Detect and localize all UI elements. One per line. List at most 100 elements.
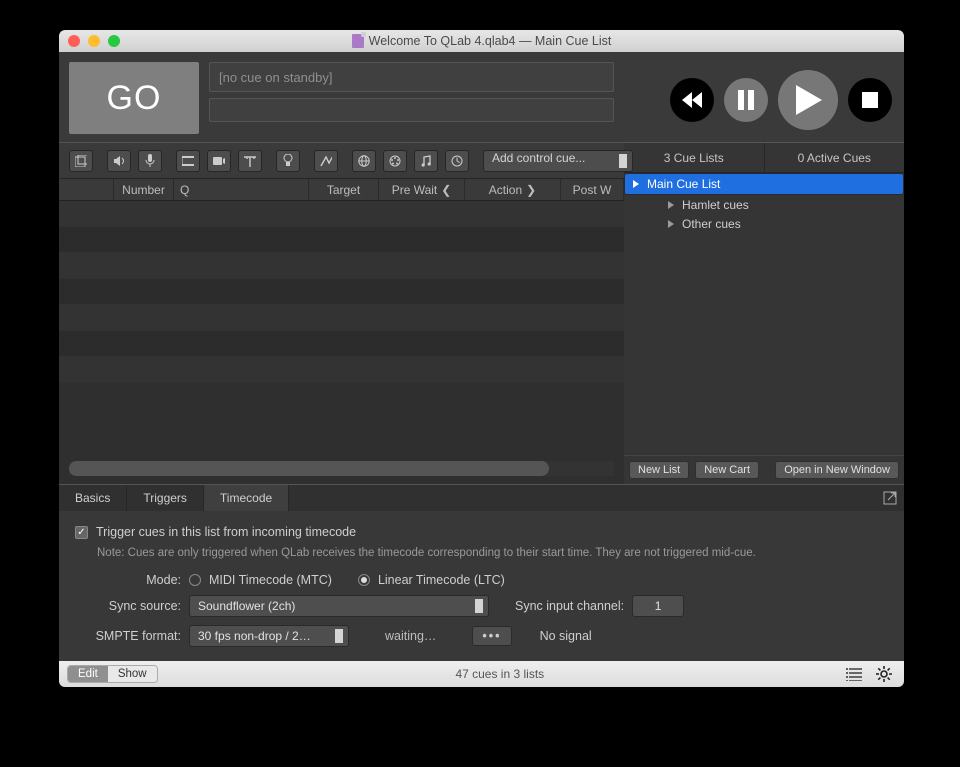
add-control-cue-select[interactable]: Add control cue... ▲▼ (483, 150, 633, 172)
trigger-from-timecode-checkbox[interactable]: ✓ (75, 526, 88, 539)
col-postwait[interactable]: Post W (561, 179, 624, 200)
cue-grid-row (59, 279, 624, 305)
cue-name-input[interactable] (209, 98, 614, 122)
cue-grid-row (59, 253, 624, 279)
open-in-new-window-button[interactable]: Open in New Window (775, 461, 899, 479)
gear-icon[interactable] (872, 666, 896, 682)
cue-grid-row (59, 227, 624, 253)
new-list-button[interactable]: New List (629, 461, 689, 479)
document-icon (352, 34, 364, 48)
minimize-window-button[interactable] (88, 35, 100, 47)
close-window-button[interactable] (68, 35, 80, 47)
chevron-right-icon: ❯ (526, 183, 536, 197)
col-q[interactable]: Q (174, 179, 309, 200)
sync-channel-label: Sync input channel: (515, 599, 624, 613)
cue-grid-headers: Number Q Target Pre Wait❮ Action❯ Post W (59, 179, 624, 201)
scrollbar-thumb[interactable] (69, 461, 549, 476)
waiting-status: waiting… (385, 629, 436, 643)
video-cue-button[interactable] (176, 150, 200, 172)
cue-lists-panel: 3 Cue Lists 0 Active Cues Main Cue List … (624, 142, 904, 484)
window-traffic-lights (59, 35, 120, 47)
no-signal-status: No signal (540, 629, 592, 643)
triangle-right-icon (668, 220, 674, 228)
list-view-icon[interactable] (842, 668, 866, 681)
midi-file-cue-button[interactable] (414, 150, 438, 172)
app-window: Welcome To QLab 4.qlab4 — Main Cue List … (59, 30, 904, 687)
fade-cue-button[interactable] (314, 150, 338, 172)
play-button[interactable] (778, 70, 838, 130)
rewind-button[interactable] (670, 78, 714, 122)
col-expand[interactable] (59, 179, 114, 200)
cue-list-item[interactable]: Main Cue List (624, 173, 904, 195)
new-cart-button[interactable]: New Cart (695, 461, 759, 479)
cue-lists-count: 3 Cue Lists (624, 143, 765, 172)
col-target[interactable]: Target (309, 179, 379, 200)
cue-grid-row (59, 305, 624, 331)
inspector-panel: Basics Triggers Timecode ✓ Trigger cues … (59, 484, 904, 661)
titlebar: Welcome To QLab 4.qlab4 — Main Cue List (59, 30, 904, 52)
edit-mode-button[interactable]: Edit (68, 666, 108, 682)
go-button[interactable]: GO (69, 62, 199, 134)
cue-grid-row (59, 201, 624, 227)
light-cue-button[interactable] (276, 150, 300, 172)
network-cue-button[interactable] (352, 150, 376, 172)
tab-triggers[interactable]: Triggers (127, 485, 204, 511)
timecode-menu-button[interactable]: ••• (472, 626, 511, 646)
mode-ltc-label: Linear Timecode (LTC) (378, 573, 505, 587)
cue-grid-row (59, 357, 624, 383)
pause-button[interactable] (724, 78, 768, 122)
transport-controls (624, 52, 904, 142)
cue-grid-row (59, 331, 624, 357)
tab-basics[interactable]: Basics (59, 485, 127, 511)
mode-mtc-radio[interactable] (189, 574, 201, 586)
group-cue-button[interactable] (69, 150, 93, 172)
col-number[interactable]: Number (114, 179, 174, 200)
timecode-cue-button[interactable] (445, 150, 469, 172)
cue-summary: 47 cues in 3 lists (164, 667, 836, 681)
cue-grid-panel: Add control cue... ▲▼ Number Q Target Pr… (59, 142, 624, 484)
sync-channel-input[interactable] (632, 595, 684, 617)
smpte-label: SMPTE format: (75, 629, 181, 643)
cue-list-item[interactable]: Hamlet cues (624, 195, 904, 214)
zoom-window-button[interactable] (108, 35, 120, 47)
camera-cue-button[interactable] (207, 150, 231, 172)
tab-timecode[interactable]: Timecode (204, 485, 289, 511)
mode-mtc-label: MIDI Timecode (MTC) (209, 573, 332, 587)
cue-list-label: Other cues (682, 217, 741, 231)
show-mode-button[interactable]: Show (108, 666, 157, 682)
edit-show-toggle[interactable]: Edit Show (67, 665, 158, 683)
smpte-format-select[interactable]: 30 fps non-drop / 2… ▲▼ (189, 625, 349, 647)
cue-lists: Main Cue List Hamlet cues Other cues (624, 173, 904, 455)
midi-cue-button[interactable] (383, 150, 407, 172)
popout-icon[interactable] (876, 485, 904, 511)
active-cues-count: 0 Active Cues (765, 143, 905, 172)
chevron-left-icon: ❮ (441, 183, 451, 197)
cue-list-item[interactable]: Other cues (624, 214, 904, 233)
text-cue-button[interactable] (238, 150, 262, 172)
cue-list-label: Hamlet cues (682, 198, 749, 212)
triangle-right-icon (633, 180, 639, 188)
col-prewait[interactable]: Pre Wait❮ (379, 179, 465, 200)
mid-section: Add control cue... ▲▼ Number Q Target Pr… (59, 142, 904, 484)
sync-source-label: Sync source: (75, 599, 181, 613)
mode-label: Mode: (75, 573, 181, 587)
col-action[interactable]: Action❯ (465, 179, 561, 200)
timecode-settings: ✓ Trigger cues in this list from incomin… (59, 511, 904, 661)
mic-cue-button[interactable] (138, 150, 162, 172)
trigger-from-timecode-label: Trigger cues in this list from incoming … (96, 525, 356, 539)
sync-source-select[interactable]: Soundflower (2ch) ▲▼ (189, 595, 489, 617)
standby-area: [no cue on standby] (209, 62, 614, 134)
statusbar: Edit Show 47 cues in 3 lists (59, 661, 904, 687)
mode-ltc-radio[interactable] (358, 574, 370, 586)
top-panel: GO [no cue on standby] (59, 52, 904, 142)
standby-cue-display: [no cue on standby] (209, 62, 614, 92)
audio-cue-button[interactable] (107, 150, 131, 172)
window-title-text: Welcome To QLab 4.qlab4 — Main Cue List (369, 34, 612, 48)
inspector-tabs: Basics Triggers Timecode (59, 485, 904, 511)
cue-list-buttons: New List New Cart Open in New Window (624, 455, 904, 484)
grid-horizontal-scrollbar[interactable] (69, 461, 614, 476)
cue-lists-header: 3 Cue Lists 0 Active Cues (624, 143, 904, 173)
cue-toolbar: Add control cue... ▲▼ (59, 143, 624, 179)
cue-grid[interactable] (59, 201, 624, 455)
stop-button[interactable] (848, 78, 892, 122)
